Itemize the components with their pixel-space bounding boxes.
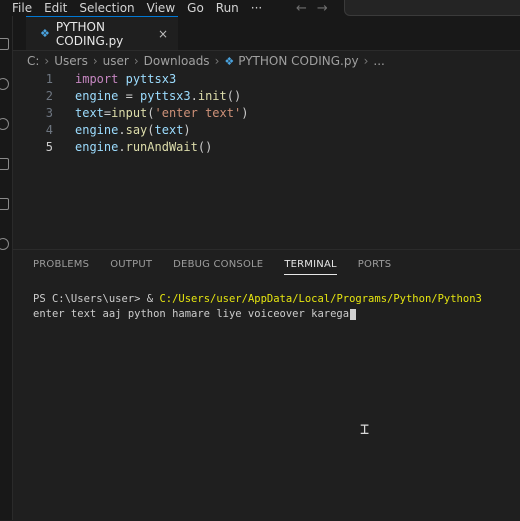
terminal-command-line: PS C:\Users\user> & C:/Users/user/AppDat… (33, 292, 520, 307)
bottom-panel: PROBLEMS OUTPUT DEBUG CONSOLE TERMINAL P… (13, 249, 520, 521)
code-line: 1 import pyttsx3 (13, 70, 176, 87)
tab-ports[interactable]: PORTS (358, 259, 392, 275)
menu-view[interactable]: View (141, 0, 181, 16)
breadcrumb-symbols[interactable]: ... (373, 54, 384, 68)
breadcrumb-file[interactable]: PYTHON CODING.py (238, 54, 358, 68)
close-icon[interactable]: × (158, 27, 168, 41)
breadcrumb-drive[interactable]: C: (27, 54, 39, 68)
tab-problems[interactable]: PROBLEMS (33, 259, 89, 275)
explorer-icon[interactable] (0, 38, 9, 50)
search-icon[interactable] (0, 78, 9, 90)
code-text: text=input('enter text') (75, 105, 249, 120)
activity-bar (0, 16, 13, 520)
run-debug-icon[interactable] (0, 158, 9, 170)
code-line: 4 engine.say(text) (13, 121, 191, 138)
code-line: 3 text=input('enter text') (13, 104, 249, 121)
breadcrumb: C: › Users › user › Downloads › ❖ PYTHON… (27, 52, 385, 70)
terminal-output: enter text aaj python hamare liye voiceo… (33, 308, 350, 320)
tab-python-coding[interactable]: ❖ PYTHON CODING.py × (26, 16, 178, 50)
terminal-cursor (350, 308, 357, 320)
menu-selection[interactable]: Selection (73, 0, 140, 16)
menu-file[interactable]: File (0, 0, 38, 16)
tab-output[interactable]: OUTPUT (110, 259, 152, 275)
chevron-right-icon: › (363, 54, 369, 68)
forward-arrow-icon[interactable]: → (317, 1, 328, 16)
tab-title: PYTHON CODING.py (55, 19, 124, 48)
line-number: 2 (45, 88, 53, 103)
menu-go[interactable]: Go (181, 0, 210, 16)
panel-tabs: PROBLEMS OUTPUT DEBUG CONSOLE TERMINAL P… (33, 259, 412, 275)
code-text: engine.say(text) (75, 122, 191, 137)
line-number: 3 (45, 105, 53, 120)
terminal-command-path: C:/Users/user/AppData/Local/Programs/Pyt… (159, 293, 482, 305)
code-line: 2 engine = pyttsx3.init() (13, 87, 241, 104)
python-file-icon: ❖ (224, 54, 235, 68)
breadcrumb-downloads[interactable]: Downloads (144, 54, 210, 68)
python-file-icon: ❖ (40, 27, 50, 40)
text-cursor-icon: ⌶ (360, 420, 370, 438)
line-number: 5 (45, 139, 53, 154)
code-text: import pyttsx3 (75, 71, 177, 86)
menu-edit[interactable]: Edit (38, 0, 73, 16)
chevron-right-icon: › (133, 54, 139, 68)
nav-arrows: ← → (296, 0, 328, 16)
line-number: 4 (45, 122, 53, 137)
terminal-output-line: enter text aaj python hamare liye voiceo… (33, 307, 520, 322)
extensions-icon[interactable] (0, 198, 9, 210)
chevron-right-icon: › (92, 54, 98, 68)
code-text: engine.runAndWait() (75, 139, 213, 154)
code-editor[interactable]: 1 import pyttsx3 2 engine = pyttsx3.init… (13, 70, 520, 248)
chevron-right-icon: › (44, 54, 50, 68)
chevron-right-icon: › (214, 54, 220, 68)
breadcrumb-users[interactable]: Users (54, 54, 88, 68)
tab-bar: ❖ PYTHON CODING.py × (13, 16, 520, 51)
testing-icon[interactable] (0, 238, 9, 250)
breadcrumb-user[interactable]: user (103, 54, 129, 68)
menu-run[interactable]: Run (210, 0, 245, 16)
line-number: 1 (45, 71, 53, 86)
tab-terminal[interactable]: TERMINAL (284, 259, 337, 275)
terminal[interactable]: PS C:\Users\user> & C:/Users/user/AppDat… (33, 292, 520, 322)
back-arrow-icon[interactable]: ← (296, 1, 307, 16)
source-control-icon[interactable] (0, 118, 9, 130)
terminal-prompt: PS C:\Users\user> & (33, 293, 160, 305)
code-text: engine = pyttsx3.init() (75, 88, 242, 103)
menu-more[interactable]: ··· (245, 0, 268, 16)
code-line: 5 engine.runAndWait() (13, 138, 213, 155)
command-center[interactable] (344, 0, 520, 16)
tab-debug-console[interactable]: DEBUG CONSOLE (173, 259, 263, 275)
